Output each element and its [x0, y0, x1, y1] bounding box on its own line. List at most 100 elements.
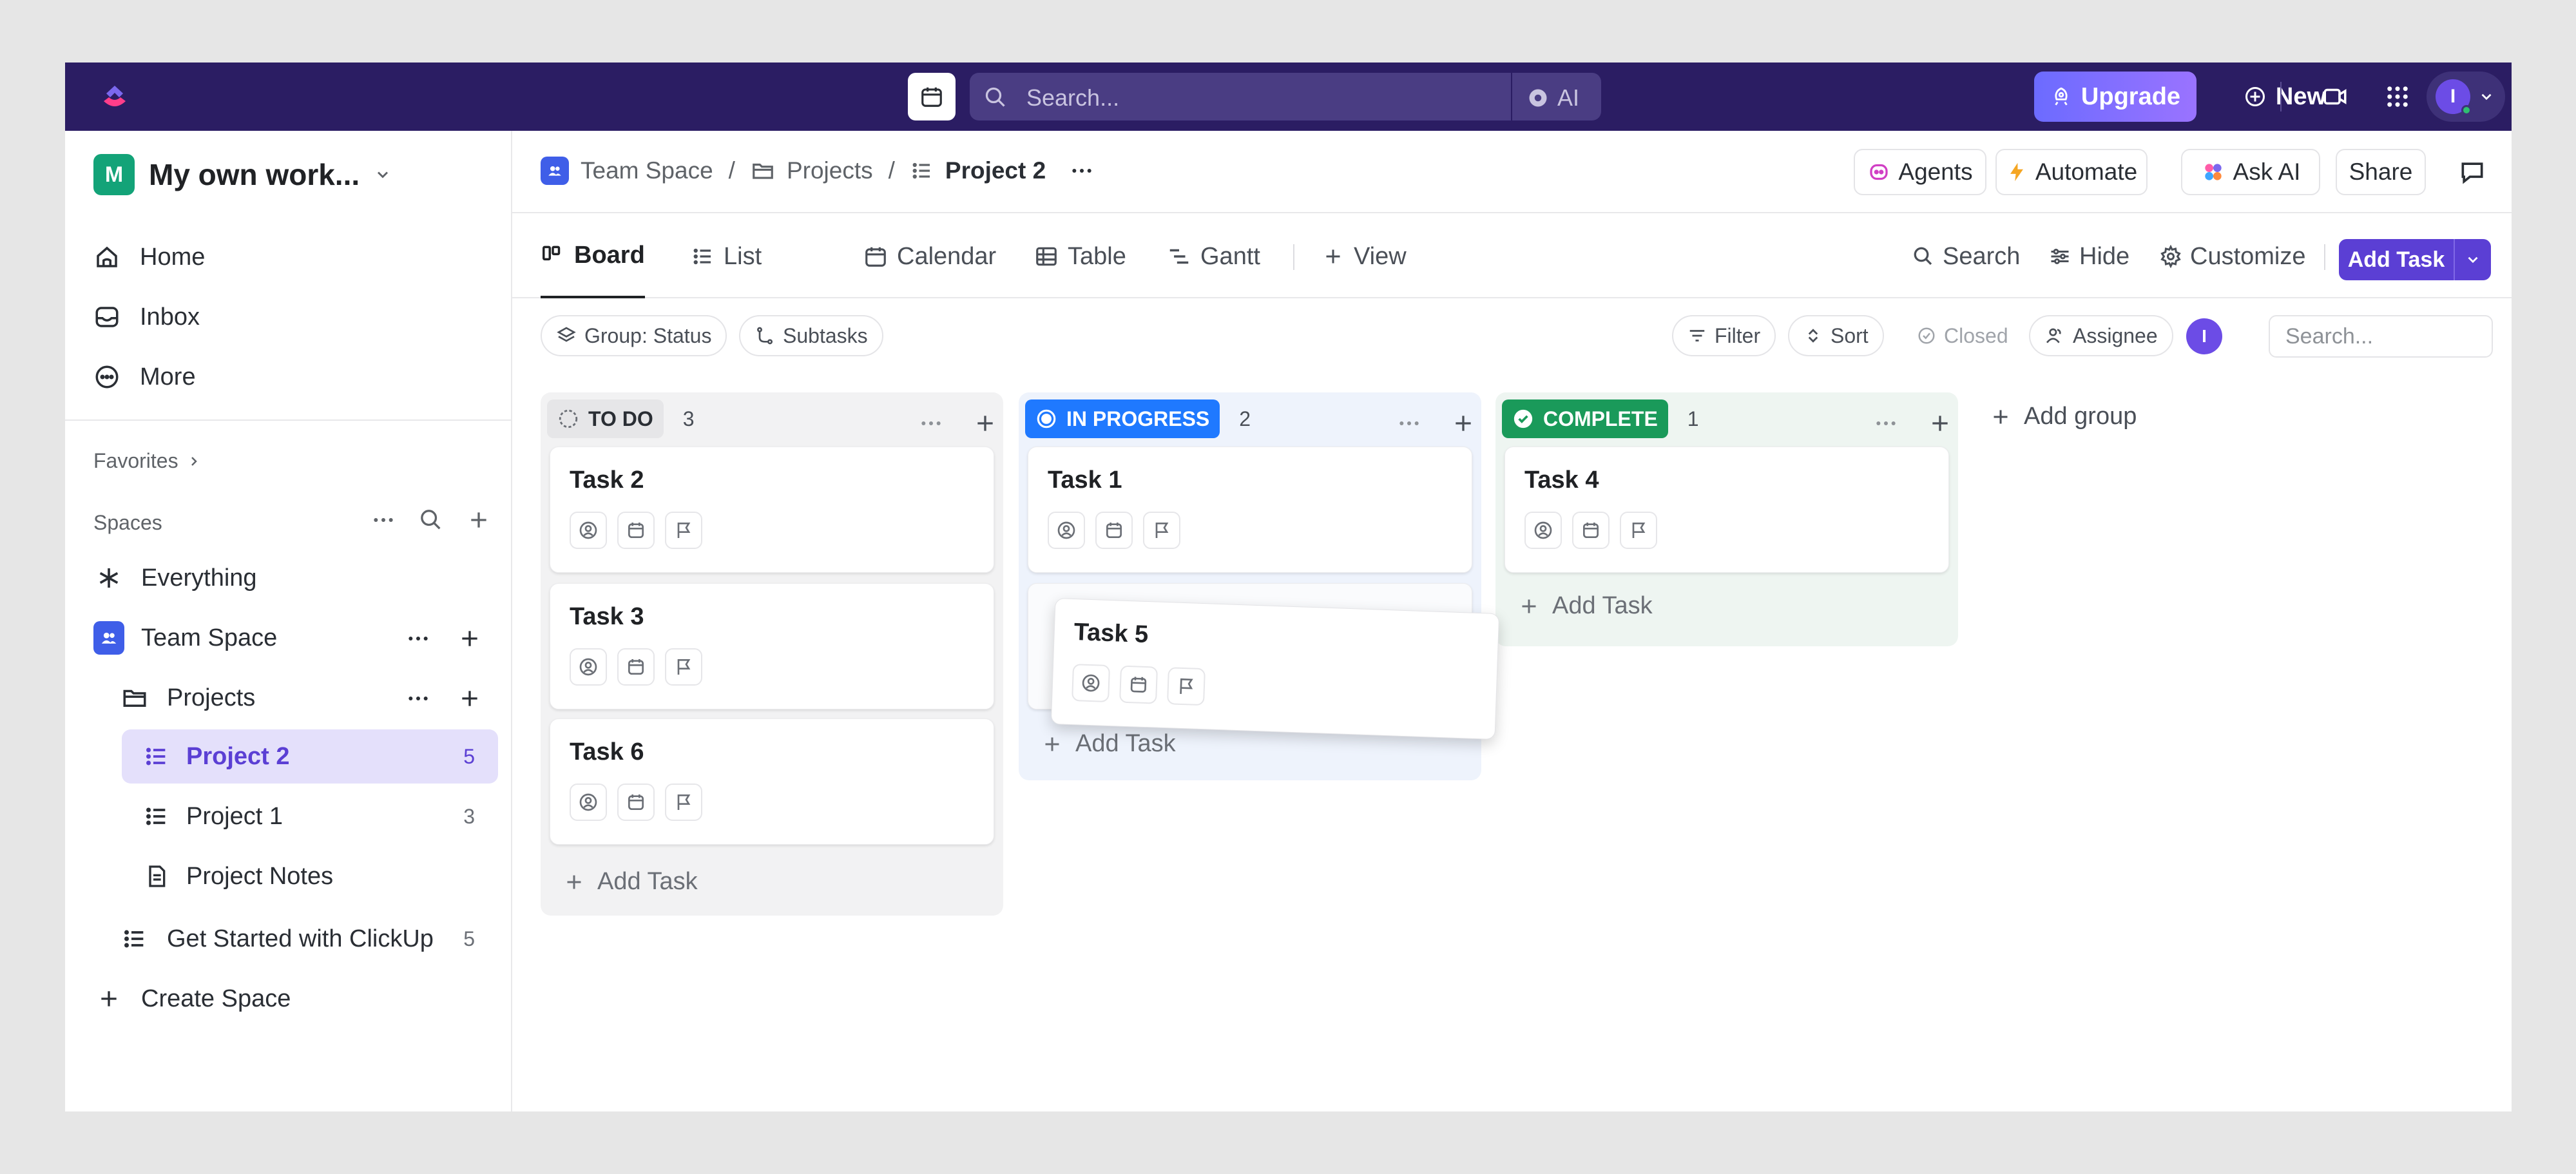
search-tasks-button[interactable]: Search: [1912, 215, 2020, 298]
workspace-switcher[interactable]: M My own work...: [93, 154, 392, 195]
flag-icon[interactable]: [665, 784, 702, 821]
apps-grid-icon[interactable]: [2384, 83, 2411, 113]
ellipsis-icon[interactable]: [1873, 410, 1899, 436]
due-date-icon[interactable]: [1119, 665, 1158, 704]
column-header: IN PROGRESS 2: [1025, 398, 1251, 440]
assign-user-icon[interactable]: [1072, 664, 1111, 703]
spaces-label: Spaces: [93, 511, 162, 534]
breadcrumb-project-2[interactable]: Project 2: [945, 157, 1046, 184]
favorites-section[interactable]: Favorites: [93, 449, 202, 473]
plus-icon[interactable]: [1927, 410, 1953, 436]
search-icon[interactable]: [418, 507, 444, 533]
tab-table[interactable]: Table: [1034, 215, 1126, 298]
ai-button[interactable]: AI: [1526, 84, 1579, 111]
add-task-button[interactable]: Add Task: [562, 868, 698, 896]
hide-button[interactable]: Hide: [2048, 215, 2129, 298]
subtasks-chip[interactable]: Subtasks: [739, 315, 883, 356]
sidebar-item-inbox[interactable]: Inbox: [93, 294, 200, 340]
add-view-button[interactable]: View: [1322, 215, 1407, 298]
group-by-status-chip[interactable]: Group: Status: [541, 315, 727, 356]
task-card[interactable]: Task 3: [550, 583, 994, 709]
tab-calendar[interactable]: Calendar: [863, 215, 996, 298]
flag-icon[interactable]: [1143, 512, 1180, 549]
chevron-down-icon: [2478, 88, 2495, 108]
automate-button[interactable]: Automate: [1995, 149, 2148, 195]
plus-icon[interactable]: [1450, 410, 1476, 436]
share-button[interactable]: Share: [2336, 149, 2426, 195]
add-task-button[interactable]: Add Task: [1041, 730, 1176, 758]
assign-user-icon[interactable]: [570, 512, 607, 549]
customize-button[interactable]: Customize: [2159, 215, 2306, 298]
due-date-icon[interactable]: [617, 648, 655, 686]
task-card[interactable]: Task 6: [550, 718, 994, 845]
sidebar-item-project-2[interactable]: Project 2 5: [122, 729, 498, 784]
add-task-button[interactable]: Add Task: [2339, 239, 2491, 280]
dragging-task-card[interactable]: Task 5: [1050, 598, 1500, 740]
breadcrumb-separator: /: [888, 157, 895, 184]
due-date-icon[interactable]: [617, 512, 655, 549]
create-space-button[interactable]: Create Space: [93, 972, 291, 1026]
ellipsis-icon[interactable]: [405, 626, 431, 651]
status-badge[interactable]: IN PROGRESS: [1025, 399, 1220, 438]
divider: [1293, 244, 1294, 270]
task-card[interactable]: Task 1: [1028, 447, 1472, 573]
ask-ai-button[interactable]: Ask AI: [2181, 149, 2320, 195]
flag-icon[interactable]: [665, 512, 702, 549]
assign-user-icon[interactable]: [1524, 512, 1562, 549]
chevron-down-icon[interactable]: [2455, 239, 2491, 280]
sort-chip[interactable]: Sort: [1788, 315, 1884, 356]
user-menu[interactable]: I: [2427, 72, 2505, 122]
comment-icon[interactable]: [2458, 158, 2486, 189]
status-badge[interactable]: COMPLETE: [1502, 399, 1668, 438]
filter-chip[interactable]: Filter: [1672, 315, 1776, 356]
tab-gantt[interactable]: Gantt: [1167, 215, 1260, 298]
ellipsis-icon[interactable]: [405, 686, 431, 711]
sidebar-item-project-1[interactable]: Project 1 3: [122, 789, 498, 843]
item-count: 5: [463, 927, 475, 950]
video-icon[interactable]: [2321, 83, 2349, 113]
avatar[interactable]: I: [2186, 318, 2222, 354]
due-date-icon[interactable]: [1572, 512, 1610, 549]
plus-icon[interactable]: [457, 626, 483, 651]
due-date-icon[interactable]: [617, 784, 655, 821]
plus-icon[interactable]: [457, 686, 483, 711]
add-task-button[interactable]: Add Task: [1517, 592, 1653, 620]
upgrade-button[interactable]: Upgrade: [2034, 72, 2196, 122]
ellipsis-icon[interactable]: [370, 507, 396, 533]
upgrade-label: Upgrade: [2081, 82, 2181, 110]
add-group-button[interactable]: Add group: [1989, 403, 2137, 430]
sidebar-item-project-notes[interactable]: Project Notes: [122, 849, 333, 903]
status-badge[interactable]: TO DO: [547, 399, 664, 438]
assign-user-icon[interactable]: [1048, 512, 1085, 549]
ellipsis-icon[interactable]: [1396, 410, 1422, 436]
breadcrumb-team-space[interactable]: Team Space: [581, 157, 713, 184]
assign-user-icon[interactable]: [570, 648, 607, 686]
due-date-icon[interactable]: [1095, 512, 1133, 549]
flag-icon[interactable]: [1166, 667, 1206, 706]
sidebar-item-projects[interactable]: Projects: [119, 671, 255, 725]
calendar-icon[interactable]: [908, 73, 956, 120]
tab-list[interactable]: List: [691, 215, 762, 298]
task-card[interactable]: Task 2: [550, 447, 994, 573]
closed-toggle[interactable]: Closed: [1901, 315, 2024, 356]
sidebar-item-get-started[interactable]: Get Started with ClickUp 5: [119, 912, 498, 966]
clickup-logo-icon[interactable]: [99, 81, 131, 113]
tab-label: Calendar: [897, 242, 997, 270]
sidebar-item-more[interactable]: More: [93, 354, 196, 400]
breadcrumb-projects[interactable]: Projects: [787, 157, 873, 184]
assignee-chip[interactable]: Assignee: [2029, 315, 2173, 356]
global-search-input[interactable]: Search... AI: [970, 73, 1601, 120]
ellipsis-icon[interactable]: [1069, 158, 1095, 184]
sidebar-item-everything[interactable]: Everything: [93, 551, 257, 605]
plus-icon[interactable]: [972, 410, 998, 436]
ellipsis-icon[interactable]: [918, 410, 944, 436]
flag-icon[interactable]: [1620, 512, 1657, 549]
agents-button[interactable]: Agents: [1854, 149, 1986, 195]
plus-icon[interactable]: [466, 507, 492, 533]
sidebar-item-home[interactable]: Home: [93, 234, 205, 280]
tab-board[interactable]: Board: [541, 215, 645, 298]
task-card[interactable]: Task 4: [1504, 447, 1949, 573]
flag-icon[interactable]: [665, 648, 702, 686]
board-search-input[interactable]: Search...: [2269, 315, 2493, 358]
assign-user-icon[interactable]: [570, 784, 607, 821]
